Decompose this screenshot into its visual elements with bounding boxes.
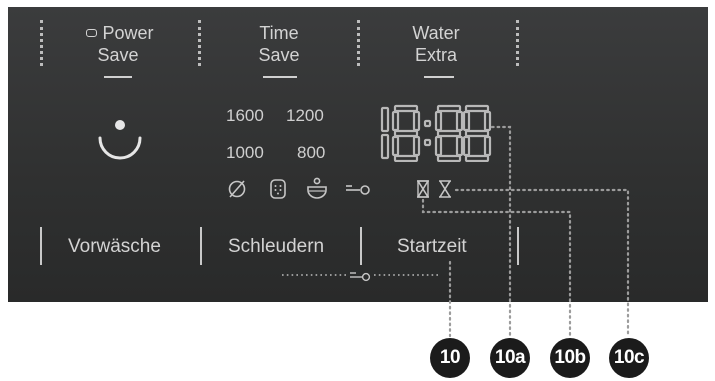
callout-badge-10b: 10b bbox=[550, 338, 590, 378]
callout-badge-10a: 10a bbox=[490, 338, 530, 378]
callout-leaders bbox=[421, 125, 630, 338]
callout-badge-10: 10 bbox=[430, 338, 470, 378]
callout-badge-10c: 10c bbox=[609, 338, 649, 378]
